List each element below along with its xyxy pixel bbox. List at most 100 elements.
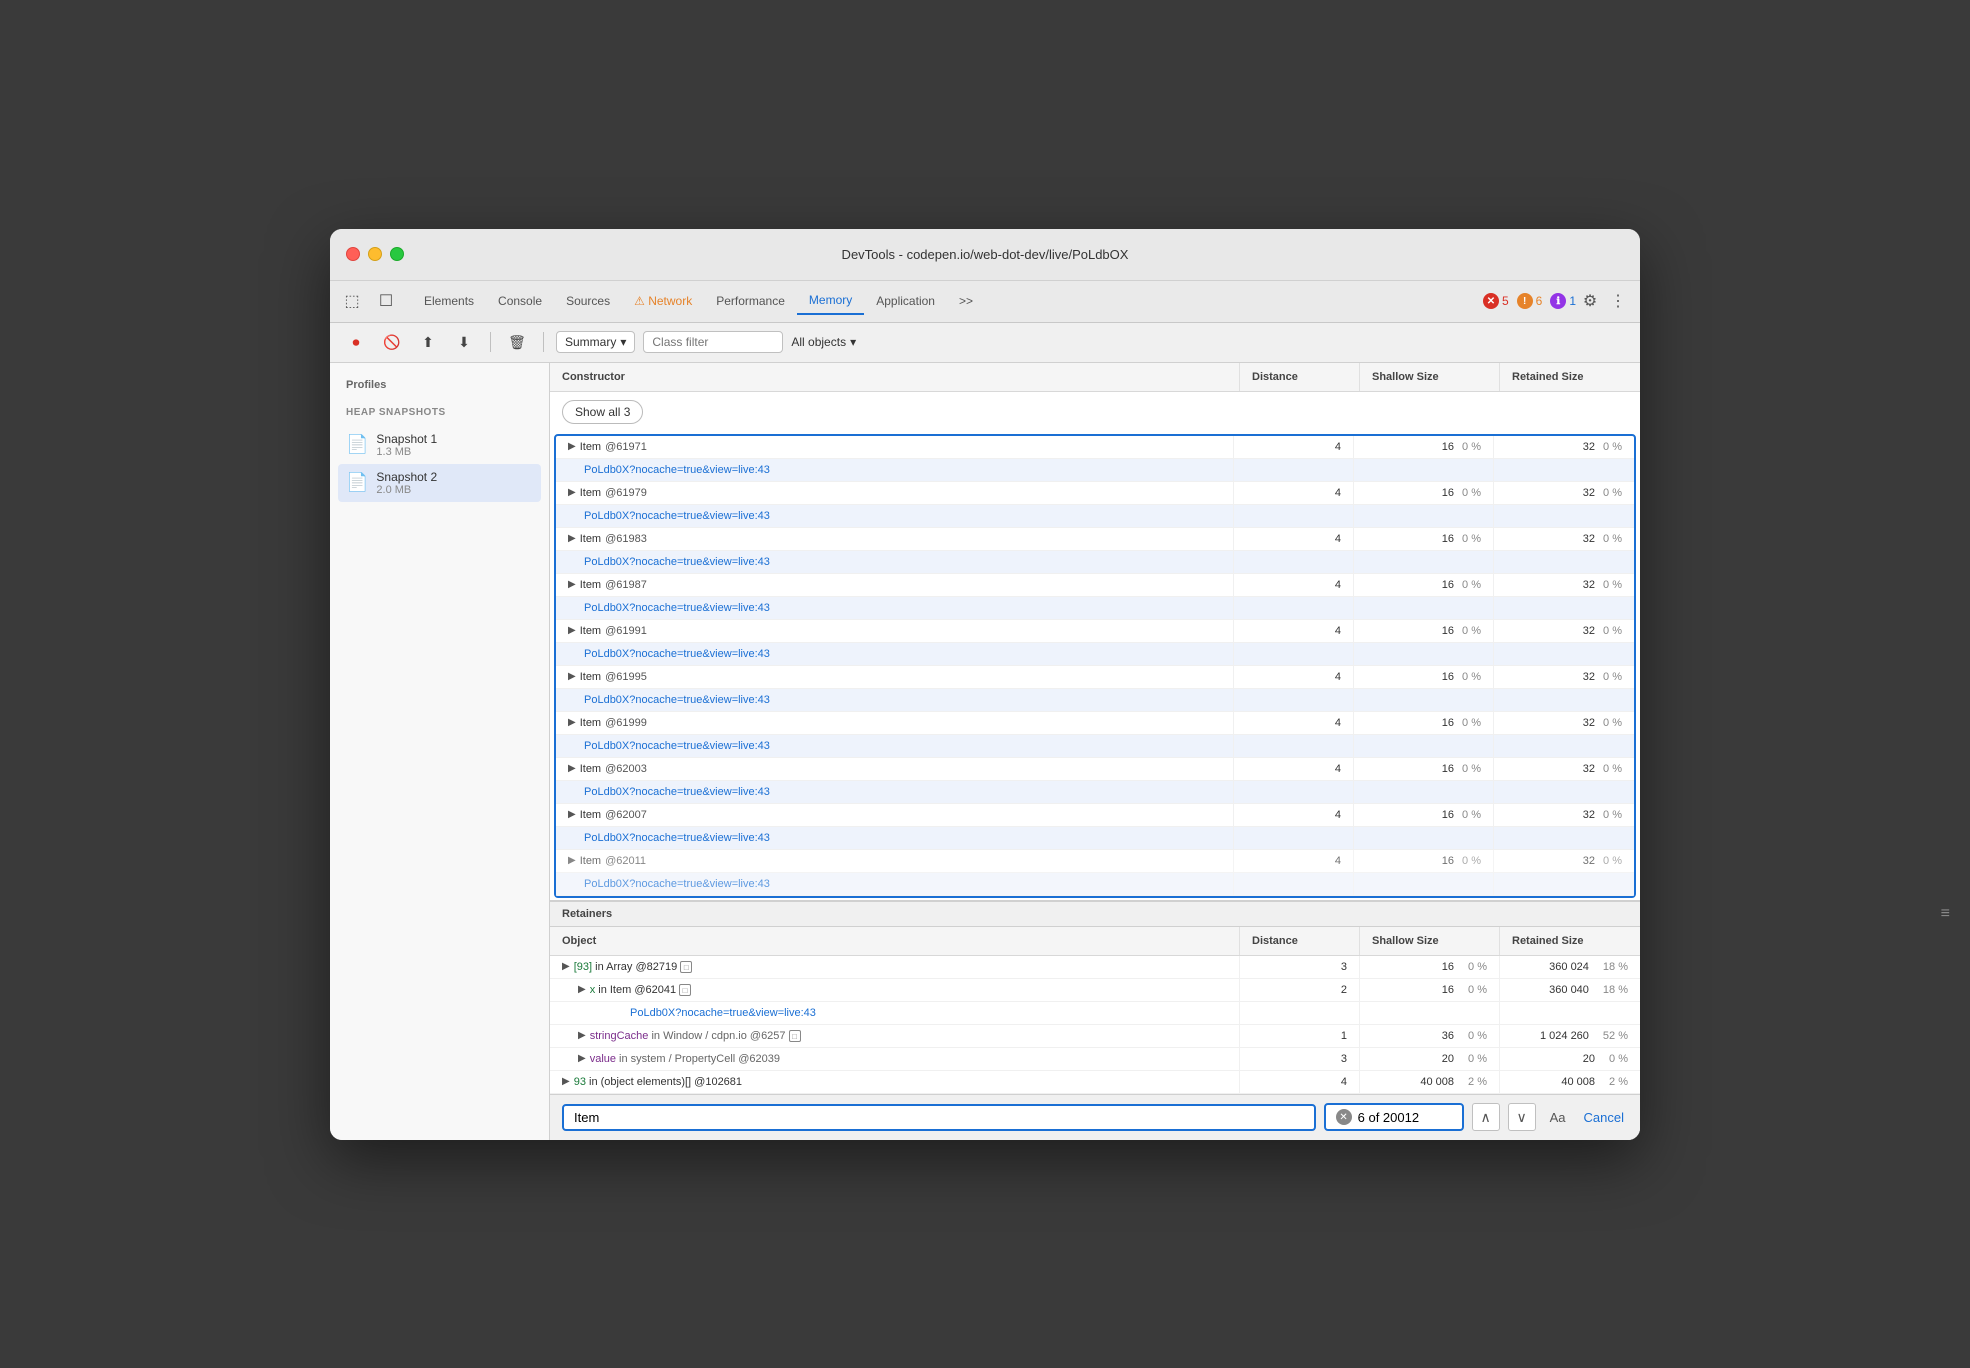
main-content: Profiles HEAP SNAPSHOTS 📄 Snapshot 1 1.3… (330, 363, 1640, 1140)
close-button[interactable] (346, 247, 360, 261)
search-cancel-button[interactable]: Cancel (1580, 1110, 1628, 1125)
sidebar: Profiles HEAP SNAPSHOTS 📄 Snapshot 1 1.3… (330, 363, 550, 1140)
summary-dropdown[interactable]: Summary ▾ (556, 331, 635, 353)
snapshot-item-2[interactable]: 📄 Snapshot 2 2.0 MB (338, 464, 541, 502)
table-row[interactable]: ▶Item@61983 4 160 % 320 % (556, 528, 1634, 551)
toolbar: ⏺ 🚫 ⬆ ⬇ 🗑 Summary ▾ All objects ▾ (330, 323, 1640, 363)
item-link[interactable]: PoLdb0X?nocache=true&view=live:43 (584, 464, 770, 476)
constructor-table-header: Constructor Distance Shallow Size Retain… (550, 363, 1640, 392)
snapshot-info-1: Snapshot 1 1.3 MB (376, 432, 533, 458)
more-options-icon[interactable]: ⋮ (1604, 287, 1632, 315)
table-row[interactable]: PoLdb0X?nocache=true&view=live:43 (556, 551, 1634, 574)
row-distance (1234, 459, 1354, 481)
table-row[interactable]: PoLdb0X?nocache=true&view=live:43 (556, 873, 1634, 896)
retainer-row[interactable]: PoLdb0X?nocache=true&view=live:43 (550, 1002, 1640, 1025)
table-row[interactable]: PoLdb0X?nocache=true&view=live:43 (556, 735, 1634, 758)
rth-distance[interactable]: Distance (1240, 927, 1360, 955)
rth-object[interactable]: Object (550, 927, 1240, 955)
row-shallow (1354, 459, 1494, 481)
th-shallow[interactable]: Shallow Size (1360, 363, 1500, 391)
retainers-body: ▶ [93] in Array @82719 □ 3 160 % 360 024… (550, 956, 1640, 1094)
table-row[interactable]: ▶Item@62003 4 160 % 320 % (556, 758, 1634, 781)
rth-shallow[interactable]: Shallow Size (1360, 927, 1500, 955)
class-filter-input[interactable] (643, 331, 783, 353)
table-row[interactable]: ▶Item@61987 4 160 % 320 % (556, 574, 1634, 597)
tab-memory[interactable]: Memory (797, 287, 864, 315)
settings-icon[interactable]: ⚙ (1576, 287, 1604, 315)
maximize-button[interactable] (390, 247, 404, 261)
tab-elements[interactable]: Elements (412, 288, 486, 314)
cursor-icon[interactable]: ⬚ (338, 287, 366, 315)
table-row[interactable]: PoLdb0X?nocache=true&view=live:43 (556, 459, 1634, 482)
upload-button[interactable]: ⬆ (414, 328, 442, 356)
row-constructor: ▶ Item @61971 (556, 436, 1234, 458)
table-row[interactable]: PoLdb0X?nocache=true&view=live:43 (556, 597, 1634, 620)
objects-chevron-icon: ▾ (850, 335, 856, 349)
table-row[interactable]: ▶Item@62007 4 160 % 320 % (556, 804, 1634, 827)
tab-more[interactable]: >> (947, 288, 985, 314)
clear-button[interactable]: 🚫 (378, 328, 406, 356)
th-distance[interactable]: Distance (1240, 363, 1360, 391)
retainers-panel: Retainers ≡ Object Distance Shallow Size… (550, 901, 1640, 1094)
devtools-window: DevTools - codepen.io/web-dot-dev/live/P… (330, 229, 1640, 1140)
row-retained: 320 % (1494, 436, 1634, 458)
badges-area: ✕ 5 ! 6 ℹ 1 (1483, 293, 1576, 309)
snapshot-icon-1: 📄 (346, 434, 368, 455)
delete-button[interactable]: 🗑 (503, 328, 531, 356)
window-title: DevTools - codepen.io/web-dot-dev/live/P… (842, 247, 1129, 262)
expand-icon: ▶ (562, 961, 570, 972)
record-button[interactable]: ⏺ (342, 328, 370, 356)
table-row[interactable]: ▶ Item @61971 4 160 % 320 % (556, 436, 1634, 459)
search-next-button[interactable]: ∨ (1508, 1103, 1536, 1131)
search-case-sensitive-button[interactable]: Aa (1544, 1110, 1572, 1125)
retainer-link[interactable]: PoLdb0X?nocache=true&view=live:43 (630, 1007, 816, 1019)
table-row[interactable]: ▶Item@62011 4 160 % 320 % (556, 850, 1634, 873)
snapshot-icon-2: 📄 (346, 472, 368, 493)
table-row[interactable]: PoLdb0X?nocache=true&view=live:43 (556, 643, 1634, 666)
retainer-row[interactable]: ▶ [93] in Array @82719 □ 3 160 % 360 024… (550, 956, 1640, 979)
snapshot-item-1[interactable]: 📄 Snapshot 1 1.3 MB (338, 426, 541, 464)
table-row[interactable]: ▶Item@61991 4 160 % 320 % (556, 620, 1634, 643)
chevron-down-icon: ▾ (620, 335, 626, 349)
titlebar: DevTools - codepen.io/web-dot-dev/live/P… (330, 229, 1640, 281)
retainers-header: Retainers ≡ (550, 901, 1640, 927)
inspect-icon[interactable]: ☐ (372, 287, 400, 315)
search-bar: ✕ 6 of 20012 ∧ ∨ Aa Cancel (550, 1094, 1640, 1140)
tab-console[interactable]: Console (486, 288, 554, 314)
minimize-button[interactable] (368, 247, 382, 261)
info-icon: ℹ (1550, 293, 1566, 309)
row-shallow: 160 % (1354, 436, 1494, 458)
table-row[interactable]: PoLdb0X?nocache=true&view=live:43 (556, 505, 1634, 528)
tab-network[interactable]: ⚠ Network (622, 288, 704, 314)
rth-retained[interactable]: Retained Size (1500, 927, 1640, 955)
table-row[interactable]: ▶Item@61999 4 160 % 320 % (556, 712, 1634, 735)
show-all-button[interactable]: Show all 3 (562, 400, 643, 424)
table-row[interactable]: ▶Item@61979 4 160 % 320 % (556, 482, 1634, 505)
search-clear-button[interactable]: ✕ (1336, 1109, 1352, 1125)
table-row[interactable]: ▶Item@61995 4 160 % 320 % (556, 666, 1634, 689)
profiles-label: Profiles (338, 375, 541, 395)
search-result-text: 6 of 20012 (1358, 1110, 1419, 1125)
separator-1 (490, 332, 491, 352)
objects-dropdown[interactable]: All objects ▾ (791, 335, 856, 349)
error-badge: ✕ 5 (1483, 293, 1509, 309)
search-prev-button[interactable]: ∧ (1472, 1103, 1500, 1131)
th-retained[interactable]: Retained Size (1500, 363, 1640, 391)
retainers-table-header: Object Distance Shallow Size Retained Si… (550, 927, 1640, 956)
heap-snapshots-label: HEAP SNAPSHOTS (338, 403, 541, 422)
search-input[interactable] (562, 1104, 1316, 1131)
tab-sources[interactable]: Sources (554, 288, 622, 314)
table-row[interactable]: PoLdb0X?nocache=true&view=live:43 (556, 781, 1634, 804)
tab-application[interactable]: Application (864, 288, 947, 314)
table-row[interactable]: PoLdb0X?nocache=true&view=live:43 (556, 689, 1634, 712)
th-constructor[interactable]: Constructor (550, 363, 1240, 391)
tab-performance[interactable]: Performance (704, 288, 797, 314)
retainer-row[interactable]: ▶ stringCache in Window / cdpn.io @6257 … (550, 1025, 1640, 1048)
retainer-row[interactable]: ▶ x in Item @62041 □ 2 160 % 360 04018 % (550, 979, 1640, 1002)
retainer-row[interactable]: ▶ value in system / PropertyCell @62039 … (550, 1048, 1640, 1071)
search-result-box: ✕ 6 of 20012 (1324, 1103, 1464, 1131)
retainer-row[interactable]: ▶ 93 in (object elements)[] @102681 4 40… (550, 1071, 1640, 1094)
download-button[interactable]: ⬇ (450, 328, 478, 356)
row-retained (1494, 459, 1634, 481)
table-row[interactable]: PoLdb0X?nocache=true&view=live:43 (556, 827, 1634, 850)
